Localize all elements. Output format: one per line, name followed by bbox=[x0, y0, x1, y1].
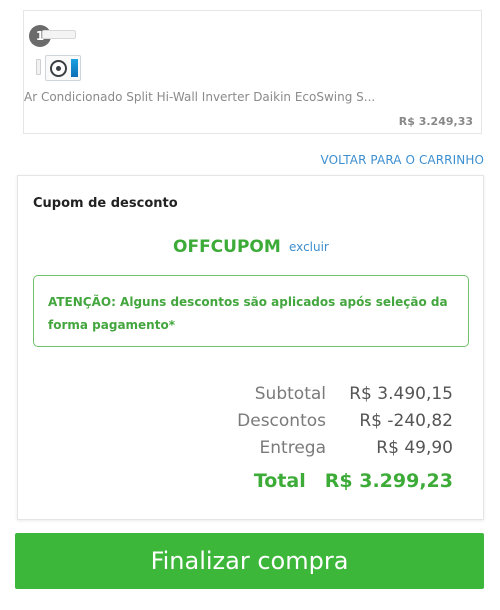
product-name: Ar Condicionado Split Hi-Wall Inverter D… bbox=[24, 90, 376, 104]
cart-item-card: 1 Ar Condicionado Split Hi-Wall Inverter… bbox=[23, 10, 482, 134]
back-to-cart-link[interactable]: VOLTAR PARA O CARRINHO bbox=[321, 153, 485, 167]
coupon-section-title: Cupom de desconto bbox=[33, 196, 178, 211]
subtotal-label: Subtotal bbox=[254, 384, 326, 404]
fan-icon bbox=[50, 60, 67, 77]
discounts-value: R$ -240,82 bbox=[359, 411, 453, 431]
discount-notice: ATENÇÃO: Alguns descontos são aplicados … bbox=[33, 275, 469, 347]
shipping-label: Entrega bbox=[259, 438, 326, 458]
remote-control-image bbox=[36, 59, 41, 75]
brand-accent-stripe bbox=[71, 59, 78, 77]
applied-coupon-code: OFFCUPOM bbox=[173, 237, 281, 257]
discounts-row: Descontos R$ -240,82 bbox=[153, 411, 453, 438]
total-value: R$ 3.299,23 bbox=[324, 470, 453, 492]
product-price: R$ 3.249,33 bbox=[398, 115, 473, 128]
finalize-purchase-button[interactable]: Finalizar compra bbox=[15, 533, 484, 589]
discounts-label: Descontos bbox=[237, 411, 326, 431]
order-summary-panel: Cupom de desconto OFFCUPOM excluir ATENÇ… bbox=[17, 175, 484, 520]
subtotal-row: Subtotal R$ 3.490,15 bbox=[153, 384, 453, 411]
remove-coupon-link[interactable]: excluir bbox=[289, 240, 329, 254]
total-label: Total bbox=[253, 470, 306, 492]
shipping-row: Entrega R$ 49,90 bbox=[153, 438, 453, 465]
shipping-value: R$ 49,90 bbox=[376, 438, 453, 458]
totals-table: Subtotal R$ 3.490,15 Descontos R$ -240,8… bbox=[153, 384, 453, 497]
air-conditioner-outdoor-unit-image bbox=[45, 55, 81, 81]
air-conditioner-indoor-unit-image bbox=[42, 30, 76, 39]
subtotal-value: R$ 3.490,15 bbox=[349, 384, 453, 404]
total-row: Total R$ 3.299,23 bbox=[153, 470, 453, 497]
